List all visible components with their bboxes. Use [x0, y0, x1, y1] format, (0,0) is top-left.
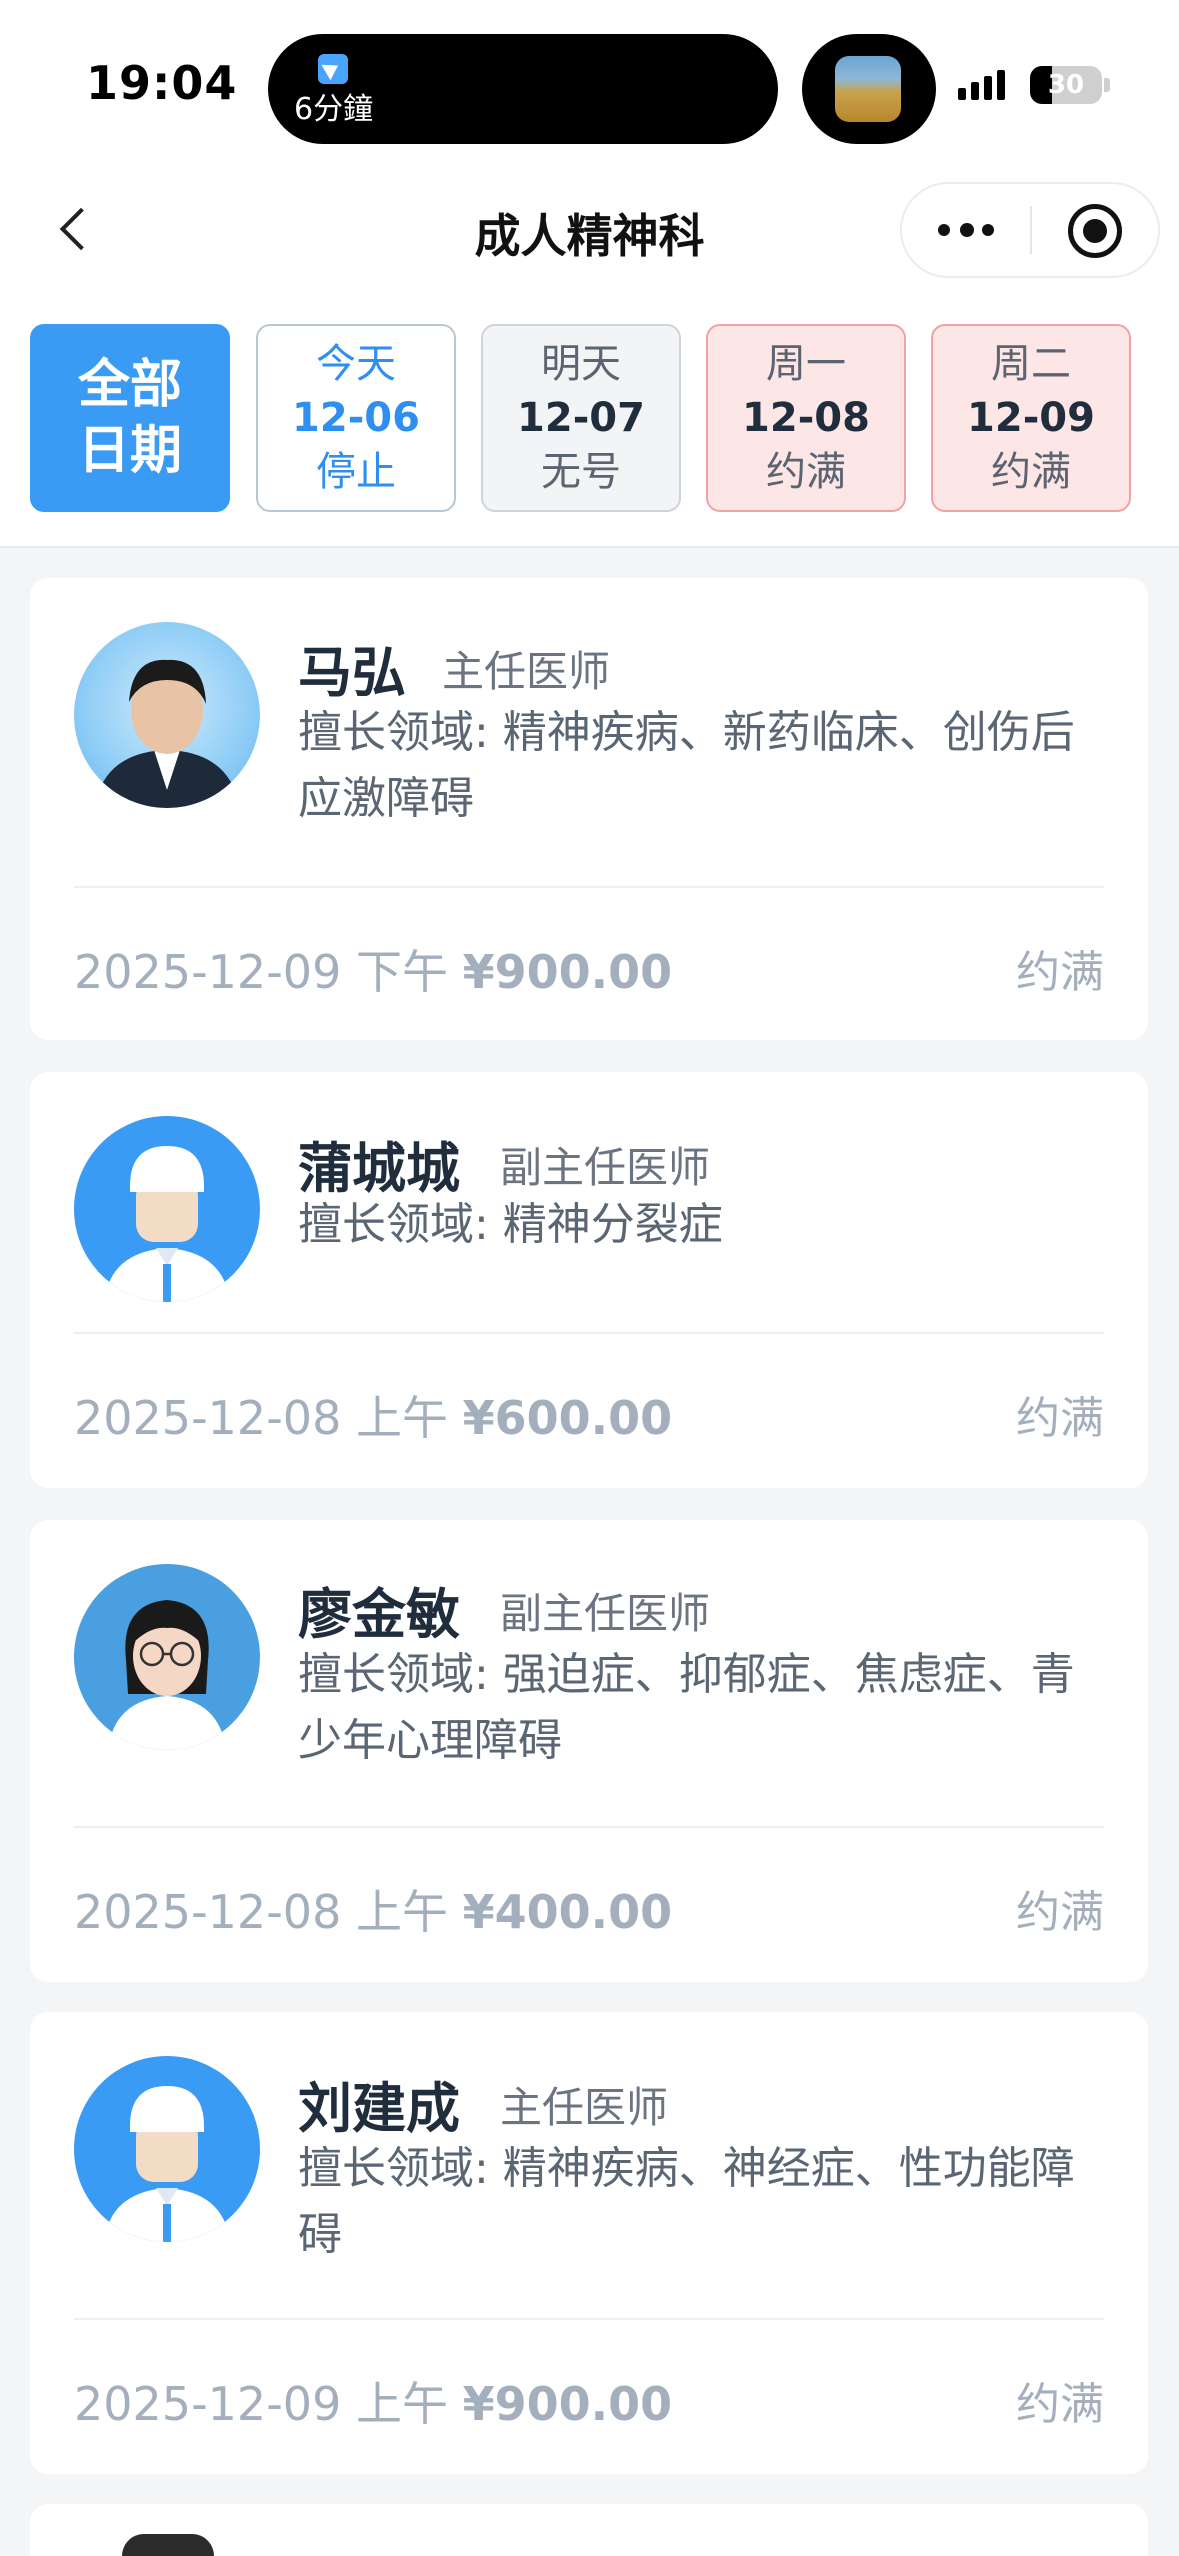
date-tab-date: 12-07	[517, 395, 645, 441]
media-artwork	[835, 56, 901, 122]
more-button[interactable]	[902, 184, 1030, 276]
nav-bar: 成人精神科	[0, 170, 1179, 320]
date-tab-status: 约满	[766, 449, 846, 495]
date-tab-date: 12-09	[967, 395, 1095, 441]
close-button[interactable]	[1032, 184, 1158, 276]
more-dot	[960, 223, 974, 237]
card-divider	[74, 2318, 1104, 2320]
slot-date: 2025-12-09	[74, 945, 342, 999]
date-tab-all-line1: 全部	[77, 355, 182, 415]
doctor-card[interactable]: 刘建成 主任医师 擅长领域: 精神疾病、神经症、性功能障碍 2025-12-09…	[30, 2012, 1148, 2474]
doctor-avatar	[74, 622, 260, 808]
doctor-card-partial[interactable]	[30, 2504, 1148, 2556]
card-divider	[74, 1826, 1104, 1828]
date-tab-date: 12-06	[292, 395, 420, 441]
date-tab-today[interactable]: 今天 12-06 停止	[256, 324, 456, 512]
doctor-avatar	[74, 1564, 260, 1750]
date-filter-bar: 全部 日期 今天 12-06 停止 明天 12-07 无号 周一 12-08 约…	[0, 320, 1179, 548]
battery-percent: 30	[1047, 70, 1085, 100]
slot-price: ¥900.00	[462, 945, 673, 999]
status-time: 19:04	[86, 56, 238, 110]
slot-price: ¥400.00	[462, 1885, 673, 1939]
dynamic-island[interactable]: 6分鐘	[268, 34, 778, 144]
slot-status: 约满	[1016, 2379, 1104, 2430]
doctor-card[interactable]: 蒲城城 副主任医师 擅长领域: 精神分裂症 2025-12-08 上午 ¥600…	[30, 1072, 1148, 1488]
slot-period: 上午	[355, 1391, 448, 1445]
date-tab-status: 停止	[316, 449, 396, 495]
status-bar: 19:04 6分鐘 30	[0, 0, 1179, 170]
target-center	[1083, 219, 1107, 243]
slot-status: 约满	[1016, 1393, 1104, 1444]
live-activity-timer: 6分鐘	[294, 92, 374, 127]
slot-date: 2025-12-09	[74, 2377, 342, 2431]
doctor-card[interactable]: 马弘 主任医师 擅长领域: 精神疾病、新药临床、创伤后应激障碍 2025-12-…	[30, 578, 1148, 1040]
doctor-name: 刘建成	[298, 2077, 460, 2140]
doctor-title: 主任医师	[500, 2083, 669, 2132]
appointment-slot: 2025-12-08 上午 ¥600.00	[74, 1382, 672, 1448]
date-tab-tomorrow[interactable]: 明天 12-07 无号	[481, 324, 681, 512]
card-divider	[74, 1332, 1104, 1334]
doctor-specialty: 擅长领域: 精神疾病、神经症、性功能障碍	[298, 2143, 1075, 2260]
doctor-title: 副主任医师	[500, 1589, 711, 1638]
doctor-title: 副主任医师	[500, 1143, 711, 1192]
battery-icon: 30	[1030, 66, 1102, 104]
mini-program-capsule	[900, 182, 1160, 278]
appointment-slot: 2025-12-09 上午 ¥900.00	[74, 2368, 672, 2434]
slot-period: 下午	[355, 945, 448, 999]
slot-date: 2025-12-08	[74, 1885, 342, 1939]
date-tab-day: 明天	[541, 341, 621, 387]
doctor-card[interactable]: 廖金敏 副主任医师 擅长领域: 强迫症、抑郁症、焦虑症、青少年心理障碍 2025…	[30, 1520, 1148, 1982]
date-tab-day: 周二	[991, 341, 1071, 387]
slot-status: 约满	[1016, 947, 1104, 998]
slot-period: 上午	[355, 1885, 448, 1939]
date-tab-all[interactable]: 全部 日期	[30, 324, 230, 512]
doctor-specialty: 擅长领域: 强迫症、抑郁症、焦虑症、青少年心理障碍	[298, 1649, 1075, 1766]
paper-plane-icon	[318, 54, 348, 84]
doctor-avatar-placeholder	[74, 1116, 260, 1302]
card-divider	[74, 886, 1104, 888]
doctor-specialty: 擅长领域: 精神分裂症	[298, 1199, 723, 1250]
more-dots-icon	[938, 224, 950, 236]
date-tab-day: 周一	[766, 341, 846, 387]
doctor-title: 主任医师	[442, 647, 611, 696]
date-tab-status: 无号	[541, 449, 621, 495]
slot-price: ¥900.00	[462, 2377, 673, 2431]
date-tab-tuesday[interactable]: 周二 12-09 约满	[931, 324, 1131, 512]
doctor-avatar-partial	[122, 2534, 214, 2556]
date-tab-date: 12-08	[742, 395, 870, 441]
cellular-signal-icon	[958, 70, 1005, 100]
slot-status: 约满	[1016, 1887, 1104, 1938]
date-tab-status: 约满	[991, 449, 1071, 495]
date-tab-day: 今天	[316, 341, 396, 387]
slot-period: 上午	[355, 2377, 448, 2431]
slot-price: ¥600.00	[462, 1391, 673, 1445]
slot-date: 2025-12-08	[74, 1391, 342, 1445]
date-tab-monday[interactable]: 周一 12-08 约满	[706, 324, 906, 512]
doctor-name: 廖金敏	[298, 1583, 460, 1646]
doctor-name: 马弘	[298, 641, 406, 704]
appointment-slot: 2025-12-09 下午 ¥900.00	[74, 936, 672, 1002]
battery-tip	[1104, 78, 1110, 92]
doctor-specialty: 擅长领域: 精神疾病、新药临床、创伤后应激障碍	[298, 707, 1075, 824]
date-tab-all-line2: 日期	[77, 421, 182, 481]
doctor-avatar-placeholder	[74, 2056, 260, 2242]
more-dot	[982, 224, 994, 236]
appointment-slot: 2025-12-08 上午 ¥400.00	[74, 1876, 672, 1942]
live-activity-thumbnail[interactable]	[802, 34, 936, 144]
